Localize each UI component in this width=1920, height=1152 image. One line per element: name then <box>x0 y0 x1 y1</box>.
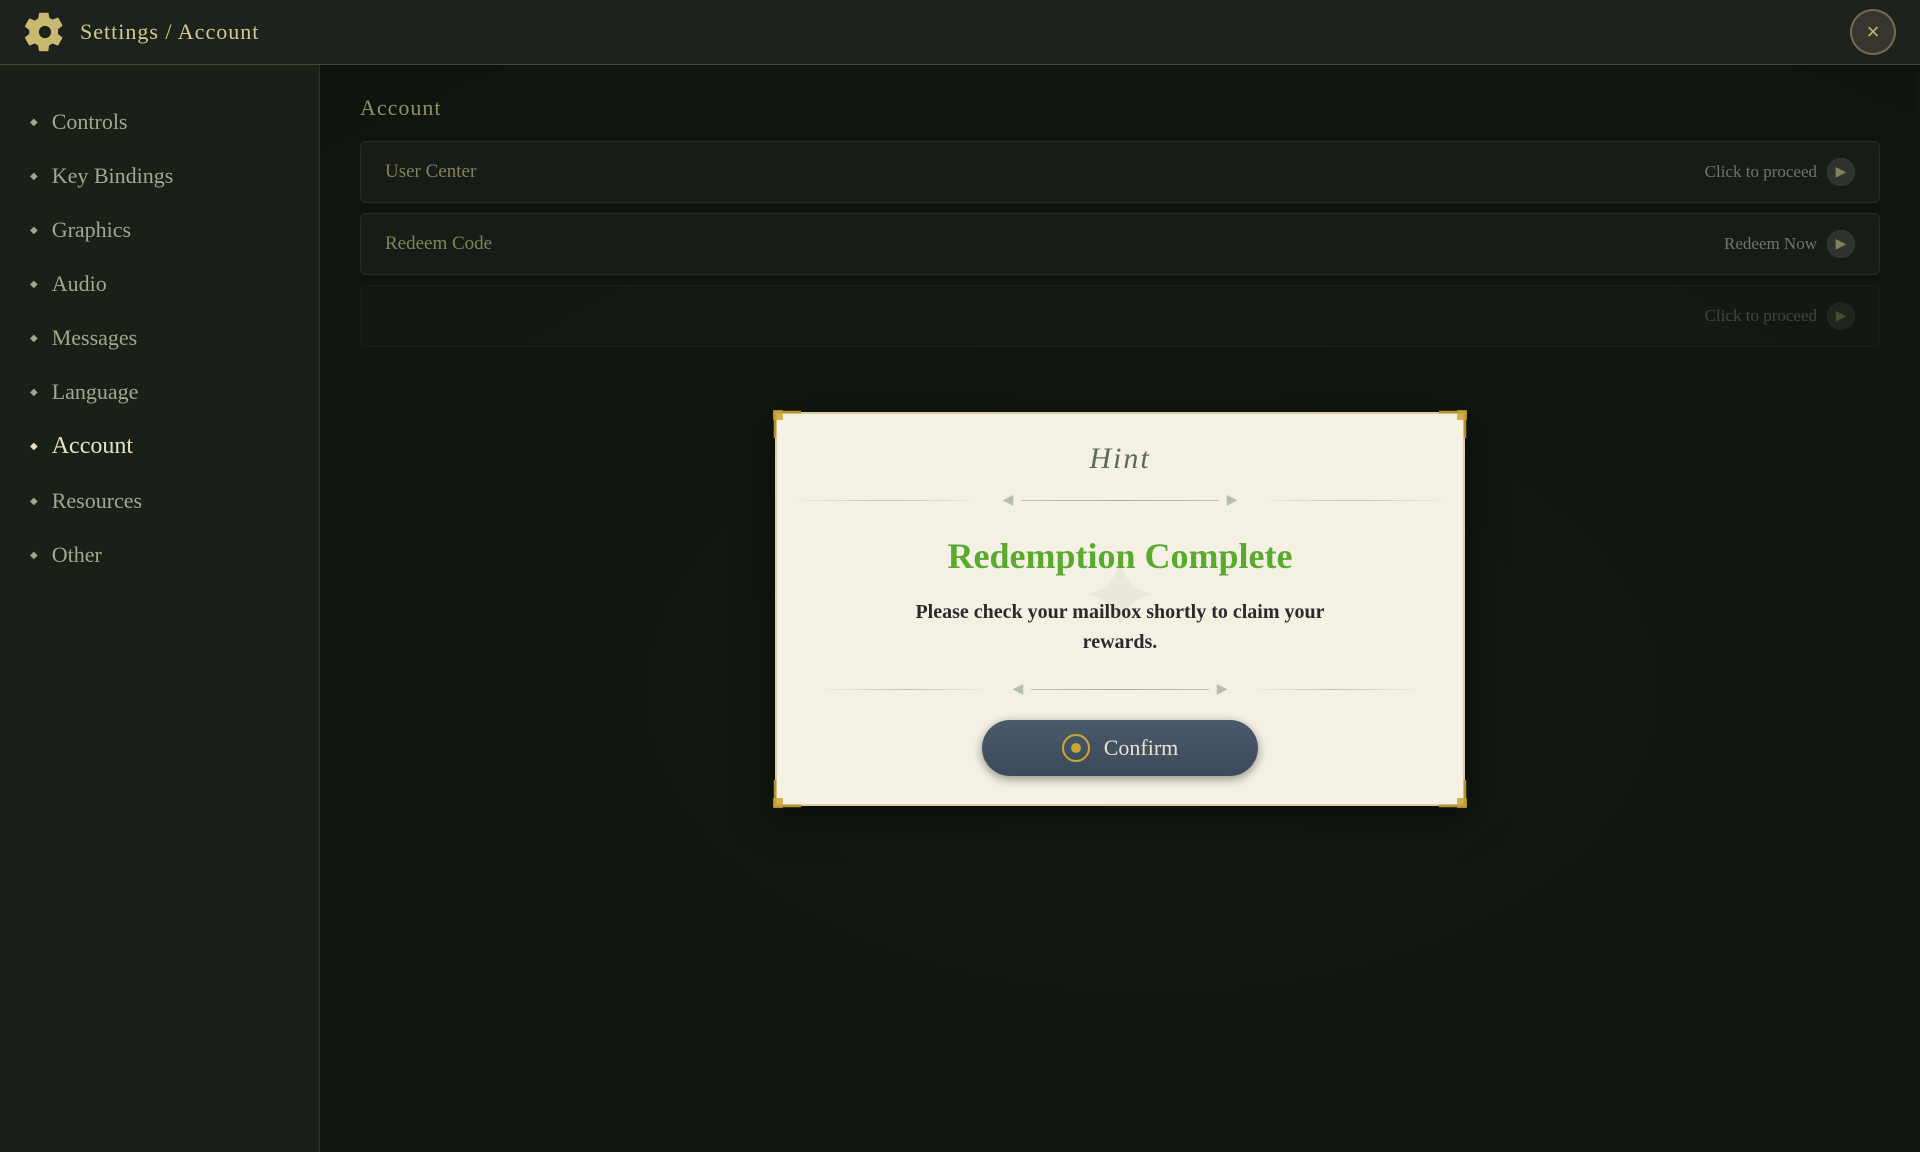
content-area: Account User Center Click to proceed ▶ R… <box>320 65 1920 1152</box>
sidebar-item-resources[interactable]: Resources <box>0 474 319 528</box>
sidebar-item-key-bindings[interactable]: Key Bindings <box>0 149 319 203</box>
close-button[interactable]: × <box>1850 9 1896 55</box>
gear-icon <box>24 11 66 53</box>
header-title: Settings / Account <box>80 19 259 45</box>
sidebar-item-label: Resources <box>52 488 142 514</box>
sidebar-item-other[interactable]: Other <box>0 528 319 582</box>
sidebar-item-label: Key Bindings <box>52 163 174 189</box>
main-content: Controls Key Bindings Graphics Audio Mes… <box>0 65 1920 1152</box>
sidebar-item-account[interactable]: Account <box>0 419 319 474</box>
sidebar-item-label: Controls <box>52 109 128 135</box>
sidebar: Controls Key Bindings Graphics Audio Mes… <box>0 65 320 1152</box>
sidebar-item-controls[interactable]: Controls <box>0 95 319 149</box>
sidebar-item-label: Audio <box>52 271 107 297</box>
sidebar-item-label: Messages <box>52 325 138 351</box>
redemption-description: Please check your mailbox shortly to cla… <box>915 597 1324 657</box>
dialog-body: ✦ Redemption Complete Please check your … <box>777 515 1463 677</box>
deco-arrow-right: ▶ <box>1227 492 1238 509</box>
corner-tr <box>1437 410 1467 440</box>
sidebar-item-label: Graphics <box>52 217 131 243</box>
sidebar-item-language[interactable]: Language <box>0 365 319 419</box>
deco-arrow-right-bottom: ▶ <box>1217 681 1228 698</box>
corner-tl <box>773 410 803 440</box>
header-bar: Settings / Account × <box>0 0 1920 65</box>
confirm-icon-inner <box>1071 743 1081 753</box>
sidebar-item-audio[interactable]: Audio <box>0 257 319 311</box>
confirm-icon <box>1062 734 1090 762</box>
settings-window: Settings / Account × Controls Key Bindin… <box>0 0 1920 1152</box>
deco-arrow-left-bottom: ◀ <box>1012 681 1023 698</box>
corner-bl <box>773 778 803 808</box>
sidebar-item-messages[interactable]: Messages <box>0 311 319 365</box>
deco-line-bottom: ◀ ▶ <box>807 681 1433 698</box>
redemption-title: Redemption Complete <box>948 535 1293 577</box>
deco-line-top: ◀ ▶ <box>777 492 1463 509</box>
sidebar-item-graphics[interactable]: Graphics <box>0 203 319 257</box>
sidebar-item-label: Other <box>52 542 102 568</box>
dialog-footer: Confirm <box>777 704 1463 804</box>
dialog-backdrop: Hint ◀ ▶ ✦ Redemption Complete <box>320 65 1920 1152</box>
dialog-header: Hint <box>777 414 1463 486</box>
confirm-label: Confirm <box>1104 735 1179 761</box>
confirm-button[interactable]: Confirm <box>982 720 1259 776</box>
deco-arrow-left: ◀ <box>1002 492 1013 509</box>
hint-dialog: Hint ◀ ▶ ✦ Redemption Complete <box>775 412 1465 806</box>
sidebar-item-label: Language <box>52 379 139 405</box>
dialog-title: Hint <box>817 442 1423 476</box>
corner-br <box>1437 778 1467 808</box>
sidebar-item-label: Account <box>52 433 133 460</box>
